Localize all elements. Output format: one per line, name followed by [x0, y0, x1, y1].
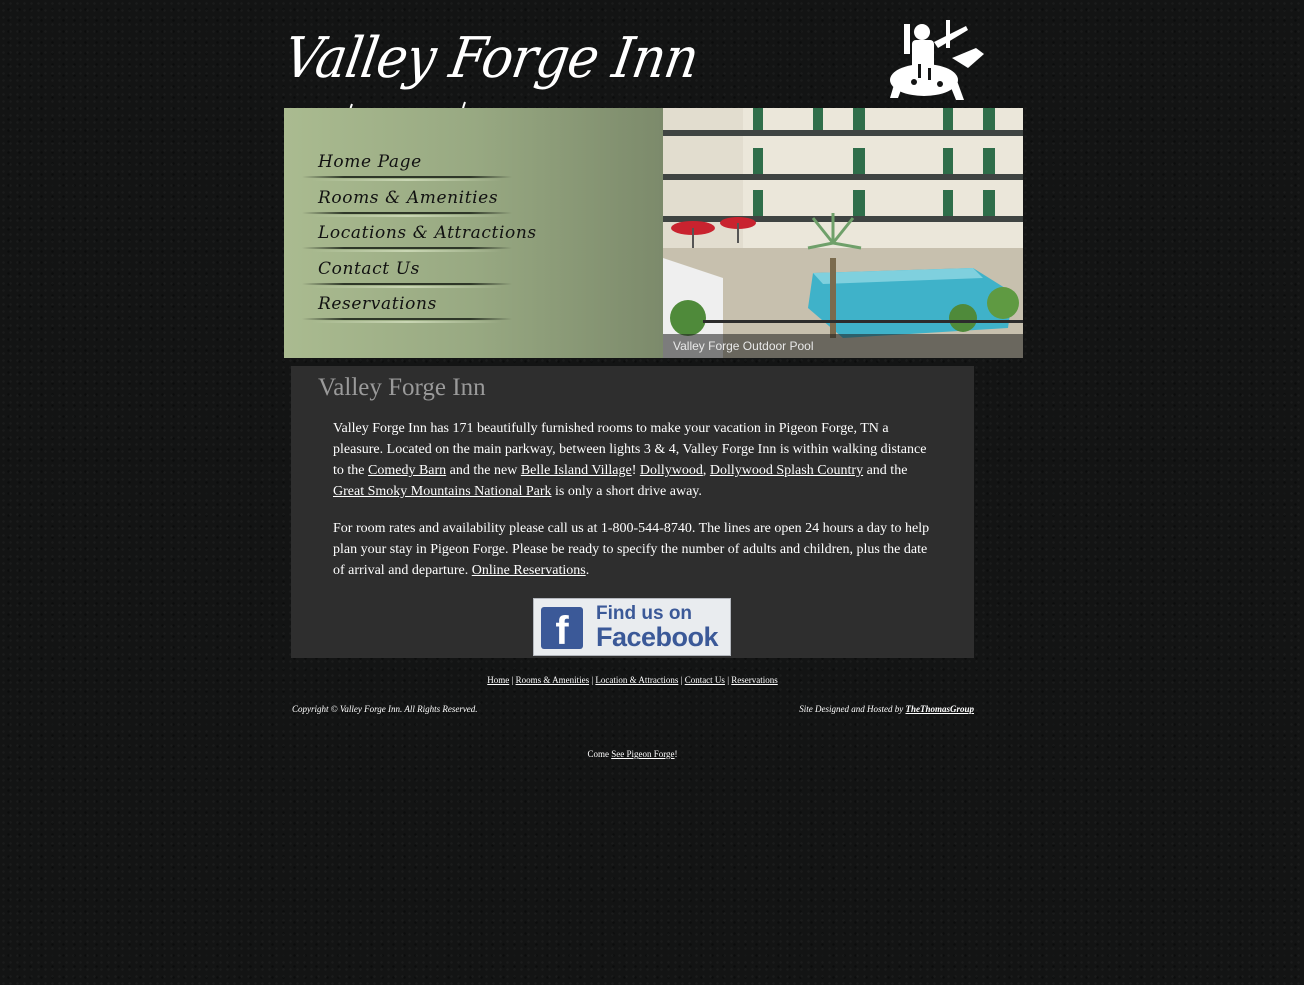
intro-text-6: is only a short drive away. — [551, 484, 702, 499]
intro-text-4: , — [702, 463, 710, 478]
come-suffix: ! — [674, 749, 678, 759]
reservation-text-1: For room rates and availability please c… — [333, 521, 930, 578]
main-nav: Home Page Rooms & Amenities Locations & … — [284, 108, 663, 358]
hotel-pool-photo: Valley Forge Outdoor Pool — [663, 108, 1023, 358]
nav-reservations[interactable]: Reservations — [302, 288, 532, 323]
photo-caption: Valley Forge Outdoor Pool — [663, 334, 1023, 358]
copyright-text: Copyright © Valley Forge Inn. All Rights… — [292, 704, 478, 714]
nav-contact-us[interactable]: Contact Us — [302, 253, 532, 288]
online-reservations-link[interactable]: Online Reservations — [472, 563, 586, 578]
facebook-icon: f — [541, 607, 583, 649]
nav-locations-attractions[interactable]: Locations & Attractions — [302, 217, 536, 252]
nav-reservations-label: Reservations — [318, 294, 437, 314]
footer-link-location-attractions[interactable]: Location & Attractions — [595, 675, 678, 685]
footer-link-home[interactable]: Home — [487, 675, 509, 685]
intro-text-2: and the new — [446, 463, 521, 478]
nav-divider — [302, 176, 512, 178]
main-content: Valley Forge Inn Valley Forge Inn has 17… — [291, 366, 974, 658]
reservation-paragraph: For room rates and availability please c… — [333, 518, 938, 581]
nav-divider — [302, 212, 512, 214]
intro-paragraph: Valley Forge Inn has 171 beautifully fur… — [333, 418, 938, 502]
footer-link-reservations[interactable]: Reservations — [731, 675, 778, 685]
come-see-pigeon-forge: Come See Pigeon Forge! — [291, 749, 974, 759]
reservation-text-2: . — [585, 563, 590, 578]
banner: Home Page Rooms & Amenities Locations & … — [284, 108, 1023, 358]
smoky-mountains-park-link[interactable]: Great Smoky Mountains National Park — [333, 484, 552, 499]
intro-text-3: ! — [631, 463, 640, 478]
nav-home[interactable]: Home Page — [302, 146, 532, 181]
nav-divider-highlight — [312, 321, 502, 323]
nav-rooms-amenities[interactable]: Rooms & Amenities — [302, 182, 532, 217]
intro-text-5: and the — [863, 463, 908, 478]
designed-by: Site Designed and Hosted by TheThomasGro… — [799, 704, 974, 714]
dollywood-link[interactable]: Dollywood — [640, 463, 703, 478]
thethomasgroup-link[interactable]: TheThomasGroup — [905, 704, 974, 714]
minuteman-crest-icon — [884, 18, 986, 102]
dollywood-splash-country-link[interactable]: Dollywood Splash Country — [710, 463, 863, 478]
come-prefix: Come — [587, 749, 612, 759]
nav-rooms-label: Rooms & Amenities — [318, 188, 499, 208]
nav-home-label: Home Page — [318, 152, 422, 172]
footer-nav: Home | Rooms & Amenities | Location & At… — [291, 675, 974, 685]
facebook-button[interactable]: f Find us on Facebook — [533, 598, 731, 656]
footer-link-contact-us[interactable]: Contact Us — [685, 675, 725, 685]
designed-by-prefix: Site Designed and Hosted by — [799, 704, 906, 714]
page-title: Valley Forge Inn — [318, 374, 486, 401]
nav-divider — [302, 247, 512, 249]
nav-contact-label: Contact Us — [318, 259, 420, 279]
pool-illustration — [663, 108, 1023, 358]
belle-island-village-link[interactable]: Belle Island Village — [521, 463, 632, 478]
nav-divider-highlight — [312, 179, 502, 181]
nav-divider-highlight — [312, 250, 502, 252]
comedy-barn-link[interactable]: Comedy Barn — [368, 463, 446, 478]
nav-divider — [302, 283, 512, 285]
nav-locations-label: Locations & Attractions — [318, 223, 537, 243]
see-pigeon-forge-link[interactable]: See Pigeon Forge — [611, 749, 674, 759]
footer-link-rooms-amenities[interactable]: Rooms & Amenities — [516, 675, 590, 685]
facebook-brand-text: Facebook — [596, 622, 719, 652]
nav-divider — [302, 318, 512, 320]
